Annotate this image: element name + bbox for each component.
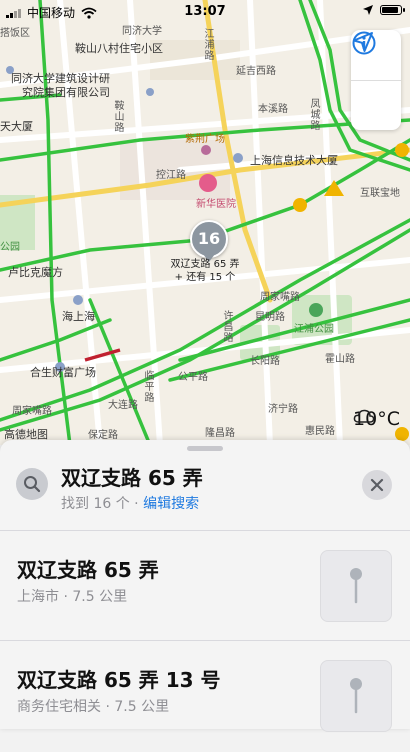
result-thumbnail[interactable] — [320, 550, 392, 622]
map-label: 同济大学 — [122, 26, 162, 37]
road-label: 江浦路 — [202, 28, 213, 61]
search-icon — [24, 476, 41, 493]
road-label: 昆明路 — [255, 312, 285, 323]
sheet-grabber[interactable] — [187, 446, 223, 451]
road-label: 济宁路 — [268, 404, 298, 415]
cluster-pin[interactable]: 16 — [190, 220, 228, 258]
status-time: 13:07 — [184, 4, 226, 19]
road-label: 公平路 — [178, 372, 208, 383]
search-button[interactable] — [16, 468, 48, 500]
found-count: 找到 16 个 — [61, 496, 130, 512]
result-subtitle: 商务住宅相关 · 7.5 公里 — [17, 699, 170, 715]
road-label: 大连路 — [108, 400, 138, 411]
poi-label: 江浦公园 — [294, 324, 334, 335]
edit-search-link[interactable]: 编辑搜索 — [143, 496, 199, 512]
pin-caption-name: 双辽支路 65 弄 — [170, 259, 240, 270]
map-view[interactable]: 搭饭区 同济大学 鞍山八村住宅小区 江浦路 同济大学建筑设计研 究院集团有限公司… — [0, 0, 410, 445]
road-label: 长阳路 — [250, 356, 280, 367]
map-label: 搭饭区 — [0, 28, 30, 39]
search-summary: 找到 16 个 · 编辑搜索 — [61, 493, 199, 513]
map-label: 鞍山八村住宅小区 — [75, 42, 163, 55]
divider — [0, 530, 410, 531]
search-query-title: 双辽支路 65 弄 — [61, 466, 203, 490]
close-button[interactable] — [362, 470, 392, 500]
location-arrow-icon — [353, 32, 373, 52]
result-item[interactable]: 双辽支路 65 弄 13 号 商务住宅相关 · 7.5 公里 — [0, 652, 410, 752]
map-label: 天大厦 — [0, 120, 33, 133]
result-thumbnail[interactable] — [320, 660, 392, 732]
result-title: 双辽支路 65 弄 13 号 — [17, 668, 221, 692]
poi-label: 上海信息技术大厦 — [250, 154, 338, 167]
poi-label: 海上海 — [62, 310, 95, 323]
road-label: 保定路 — [88, 430, 118, 441]
close-icon — [370, 478, 384, 492]
road-label: 惠民路 — [305, 426, 335, 437]
map-label: 互联宝地 — [360, 188, 400, 199]
poi-label: 紫荆广场 — [185, 134, 225, 145]
weather-widget: 10°C — [353, 408, 400, 430]
road-label: 许昌路 — [221, 310, 232, 343]
pin-caption: 双辽支路 65 弄 + 还有 15 个 — [150, 258, 260, 284]
battery-icon — [380, 5, 405, 15]
poi-label: 新华医院 — [196, 199, 236, 210]
search-header: 双辽支路 65 弄 找到 16 个 · 编辑搜索 — [0, 452, 410, 524]
results-sheet[interactable]: 双辽支路 65 弄 找到 16 个 · 编辑搜索 双辽支路 65 弄 上海市 ·… — [0, 440, 410, 732]
road-label: 周家嘴路 — [260, 292, 300, 303]
map-controls — [351, 30, 401, 130]
road-label: 隆昌路 — [205, 428, 235, 439]
road-label: 凤城路 — [308, 98, 319, 131]
status-bar: 中国移动 13:07 — [0, 0, 410, 22]
poi-label: 合生财富广场 — [30, 366, 96, 379]
result-title: 双辽支路 65 弄 — [17, 558, 159, 582]
road-label: 控江路 — [156, 170, 186, 181]
poi-label: 卢比克魔方 — [8, 266, 63, 279]
pin-icon — [350, 678, 362, 714]
map-label: 究院集团有限公司 — [22, 86, 110, 99]
poi-label: 公园 — [0, 242, 20, 253]
divider — [0, 640, 410, 641]
location-arrow-icon — [363, 5, 373, 15]
road-label: 霍山路 — [325, 354, 355, 365]
road-label: 鞍山路 — [112, 100, 123, 133]
road-label: 周家嘴路 — [12, 406, 52, 417]
result-item[interactable]: 双辽支路 65 弄 上海市 · 7.5 公里 — [0, 542, 410, 642]
road-label: 临平路 — [142, 370, 153, 403]
pin-caption-more: + 还有 15 个 — [174, 272, 236, 283]
pin-icon — [350, 568, 362, 604]
cloud-icon — [353, 409, 375, 423]
separator-dot: · — [129, 496, 144, 512]
result-subtitle: 上海市 · 7.5 公里 — [17, 589, 128, 605]
locate-me-button[interactable] — [351, 32, 401, 131]
road-label: 本溪路 — [258, 104, 288, 115]
road-label: 延吉西路 — [236, 66, 276, 77]
